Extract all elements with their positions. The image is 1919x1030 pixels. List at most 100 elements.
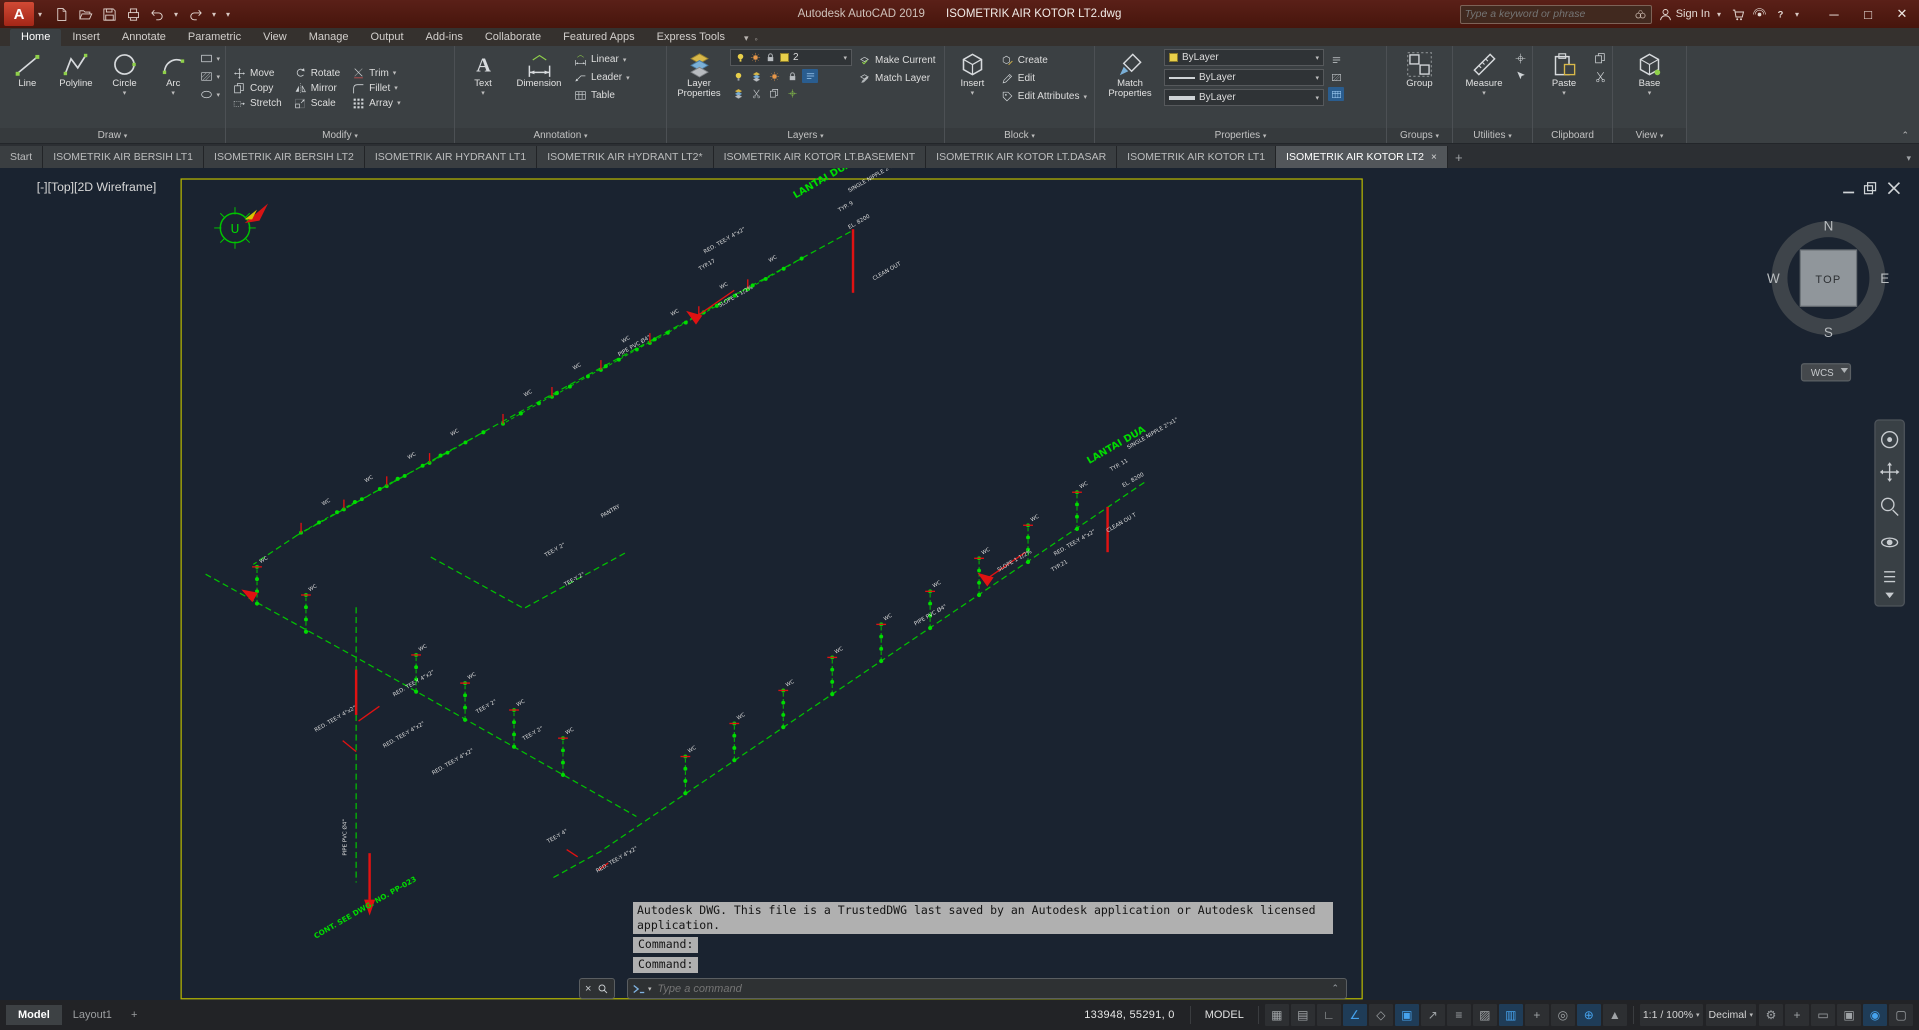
layer-delete-button[interactable]: [748, 86, 764, 100]
create-block-button[interactable]: Create: [999, 53, 1089, 68]
insert-block-button[interactable]: Insert▾: [950, 49, 995, 127]
ribbon-tab-featured-apps[interactable]: Featured Apps: [552, 29, 646, 46]
table-button[interactable]: Table: [572, 88, 632, 103]
new-drawing-tab-button[interactable]: +: [1448, 146, 1470, 168]
app-menu-chevron-icon[interactable]: ▾: [34, 10, 46, 19]
layer-isolate-button[interactable]: [748, 69, 764, 83]
ellipse-tool-button[interactable]: ▾: [200, 88, 221, 101]
layer-freeze-button[interactable]: [766, 69, 782, 83]
close-button[interactable]: ✕: [1885, 0, 1919, 28]
ribbon-tab-express-tools[interactable]: Express Tools: [646, 29, 736, 46]
circle-button[interactable]: Circle▾: [102, 49, 147, 127]
mirror-button[interactable]: Mirror: [292, 81, 342, 96]
layer-properties-button[interactable]: Layer Properties: [672, 49, 726, 127]
plot-button[interactable]: [122, 3, 144, 25]
help-search-field[interactable]: [1460, 5, 1652, 24]
status-toggle-annotation-visibility[interactable]: ▲: [1603, 1004, 1627, 1026]
copy-button[interactable]: Copy: [231, 81, 284, 96]
linear-button[interactable]: Linear▾: [572, 52, 632, 67]
binoculars-search-icon[interactable]: [1634, 8, 1647, 21]
viewport-close-icon[interactable]: [1888, 183, 1899, 194]
layer-off-button[interactable]: [730, 69, 746, 83]
undo-button[interactable]: [146, 3, 168, 25]
paste-button[interactable]: Paste▾: [1538, 49, 1590, 127]
status-toggle-graphics-performance[interactable]: ◉: [1863, 1004, 1887, 1026]
base-view-button[interactable]: Base▾: [1623, 49, 1677, 127]
minimize-button[interactable]: ─: [1817, 0, 1851, 28]
polyline-button[interactable]: Polyline: [54, 49, 99, 127]
file-tab[interactable]: ISOMETRIK AIR KOTOR LT.DASAR: [926, 146, 1117, 168]
layer-new-button[interactable]: [784, 86, 800, 100]
file-tab-overflow-icon[interactable]: ▾: [1898, 153, 1919, 168]
panel-title-modify[interactable]: Modify ▾: [226, 128, 454, 143]
viewcube[interactable]: N W E S TOP WCS: [1767, 218, 1889, 380]
status-toggle-grid[interactable]: ▦: [1265, 1004, 1289, 1026]
stretch-button[interactable]: Stretch: [231, 96, 284, 111]
status-toggle-isometric-drafting[interactable]: ◇: [1369, 1004, 1393, 1026]
line-button[interactable]: Line: [5, 49, 50, 127]
copy-clip-button[interactable]: [1594, 52, 1607, 65]
units-button[interactable]: Decimal▾: [1706, 1004, 1756, 1026]
status-toggle-annotation-monitor[interactable]: +: [1785, 1004, 1809, 1026]
status-toggle-object-snap[interactable]: ▣: [1395, 1004, 1419, 1026]
maximize-button[interactable]: □: [1851, 0, 1885, 28]
layer-unisolate-button[interactable]: [730, 86, 746, 100]
group-button[interactable]: Group: [1393, 49, 1447, 127]
layer-merge-button[interactable]: [766, 86, 782, 100]
redo-chevron-icon[interactable]: ▾: [208, 10, 220, 19]
move-button[interactable]: Move: [231, 66, 284, 81]
undo-chevron-icon[interactable]: ▾: [170, 10, 182, 19]
hatch-tool-button[interactable]: ▾: [200, 70, 221, 83]
status-toggle-lineweight[interactable]: ≡: [1447, 1004, 1471, 1026]
panel-title-view[interactable]: View ▾: [1613, 128, 1686, 143]
panel-title-utilities[interactable]: Utilities ▾: [1453, 128, 1532, 143]
file-tab[interactable]: ISOMETRIK AIR HYDRANT LT1: [365, 146, 537, 168]
command-prompt-icon[interactable]: ▾: [632, 983, 652, 995]
leader-button[interactable]: Leader▾: [572, 70, 632, 85]
status-toggle-dynamic-input[interactable]: +: [1525, 1004, 1549, 1026]
ribbon-tab-parametric[interactable]: Parametric: [177, 29, 252, 46]
app-store-button[interactable]: [1731, 7, 1746, 22]
text-button[interactable]: Text▾: [460, 49, 506, 127]
layer-lock-button[interactable]: [784, 69, 800, 83]
viewcube-north[interactable]: N: [1824, 218, 1834, 233]
lineweight-dropdown[interactable]: ByLayer▾: [1164, 89, 1324, 106]
ribbon-options-icon[interactable]: ◦: [754, 34, 757, 44]
panel-title-draw[interactable]: Draw ▾: [0, 128, 225, 143]
cut-button[interactable]: [1594, 70, 1607, 83]
panel-title-layers[interactable]: Layers ▾: [667, 128, 944, 143]
edit-attributes-button[interactable]: Edit Attributes▾: [999, 89, 1089, 104]
sign-in-button[interactable]: Sign In ▾: [1658, 7, 1725, 22]
status-toggle-snap-mode[interactable]: ▤: [1291, 1004, 1315, 1026]
model-tab[interactable]: Model: [6, 1005, 62, 1025]
fillet-button[interactable]: Fillet▾: [350, 81, 402, 96]
dimension-button[interactable]: Dimension: [510, 49, 568, 127]
panel-title-annotation[interactable]: Annotation ▾: [455, 128, 666, 143]
layout1-tab[interactable]: Layout1: [64, 1005, 121, 1025]
model-space[interactable]: [-][Top][2D Wireframe] U N W E: [0, 168, 1919, 1000]
file-tab[interactable]: ISOMETRIK AIR HYDRANT LT2*: [537, 146, 713, 168]
search-input[interactable]: [1465, 8, 1634, 20]
new-file-button[interactable]: [50, 3, 72, 25]
status-toggle-selection-cycling[interactable]: ▥: [1499, 1004, 1523, 1026]
file-tab[interactable]: ISOMETRIK AIR KOTOR LT.BASEMENT: [714, 146, 927, 168]
wcs-label[interactable]: WCS: [1811, 368, 1834, 379]
status-toggle-clean-screen[interactable]: ▢: [1889, 1004, 1913, 1026]
status-toggle-ortho[interactable]: ∟: [1317, 1004, 1341, 1026]
qat-customize-chevron-icon[interactable]: ▾: [222, 10, 234, 19]
status-toggle-lock-ui[interactable]: ▣: [1837, 1004, 1861, 1026]
ribbon-display-chevron-icon[interactable]: ▾: [744, 33, 749, 44]
viewcube-south[interactable]: S: [1824, 325, 1833, 340]
edit-block-button[interactable]: Edit: [999, 71, 1089, 86]
linetype-dropdown[interactable]: ByLayer▾: [1164, 69, 1324, 86]
command-expand-icon[interactable]: ⌃: [1328, 983, 1342, 994]
properties-palette-button[interactable]: [1328, 87, 1344, 101]
viewcube-east[interactable]: E: [1880, 271, 1889, 286]
annotation-scale-button[interactable]: 1:1 / 100%▾: [1640, 1004, 1703, 1026]
status-toggle-quick-properties[interactable]: ▭: [1811, 1004, 1835, 1026]
status-toggle-object-snap-tracking[interactable]: ↗: [1421, 1004, 1445, 1026]
ribbon-tab-manage[interactable]: Manage: [298, 29, 360, 46]
command-close-icon[interactable]: ×: [585, 983, 591, 995]
ribbon-tab-home[interactable]: Home: [10, 29, 61, 46]
transparency-button[interactable]: [1328, 70, 1344, 84]
